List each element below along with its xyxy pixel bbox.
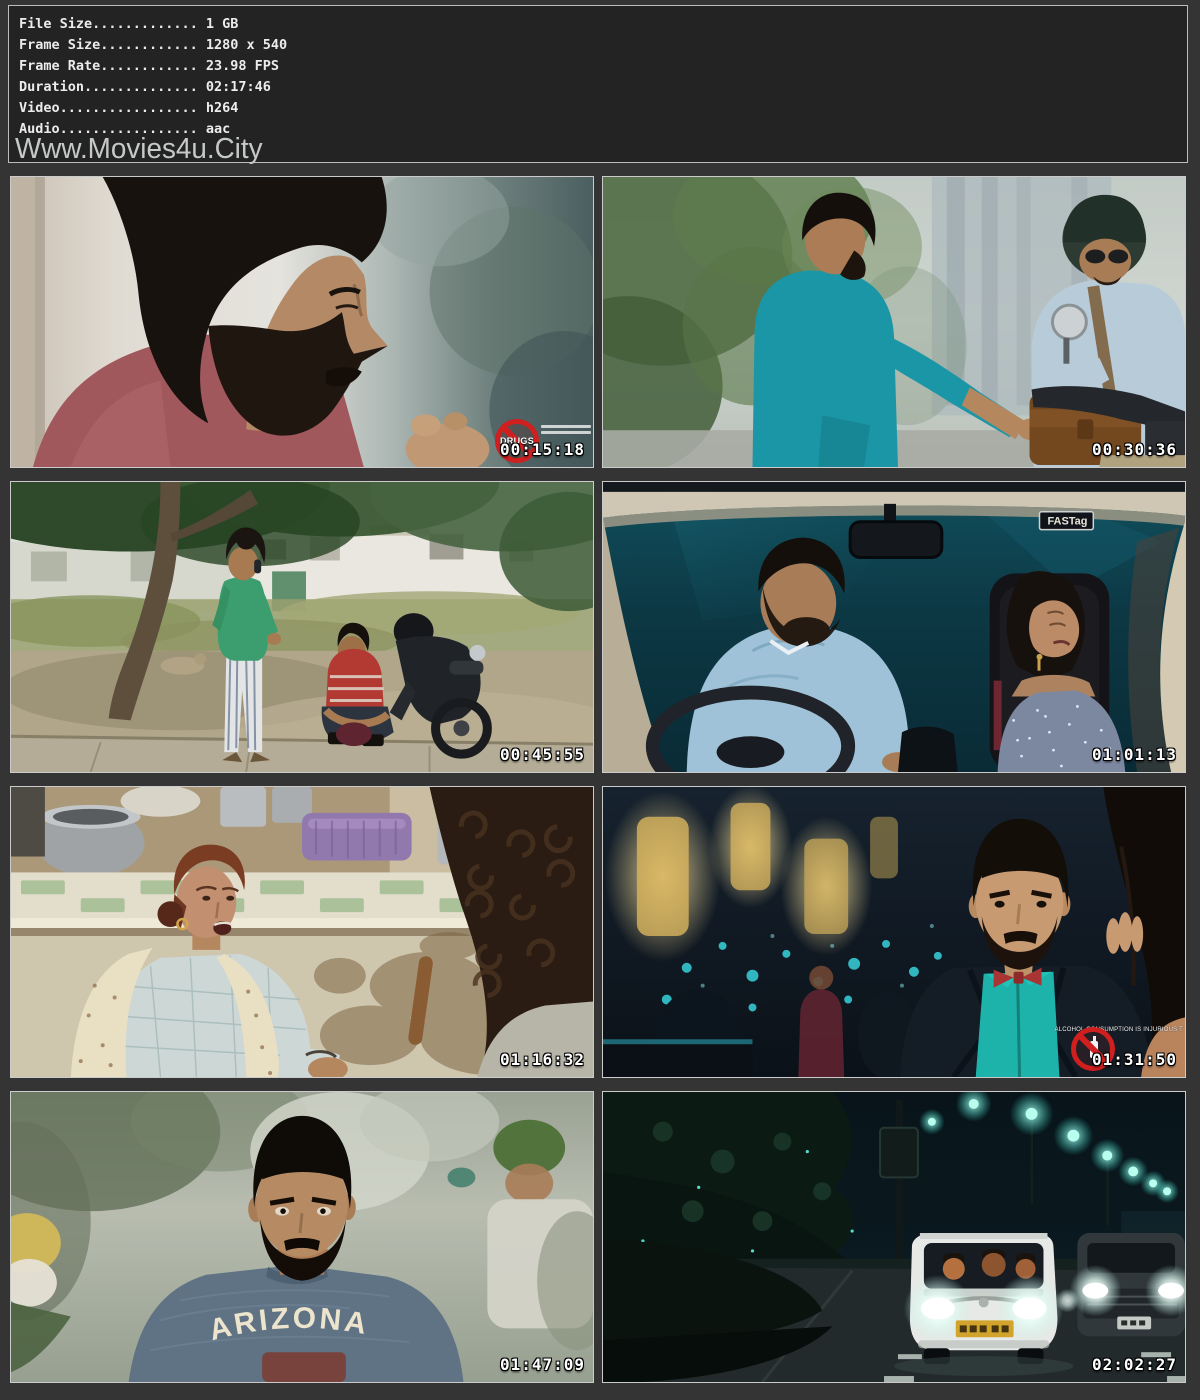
- file-info-list: File Size............. 1 GB Frame Size...…: [9, 6, 1187, 140]
- screenshot-grid: DRUGS 00:15:18: [10, 176, 1186, 1383]
- scene-night-road-illustration: [603, 1092, 1185, 1382]
- info-label: Video: [19, 100, 60, 116]
- timestamp-overlay: 00:15:18: [500, 440, 585, 459]
- file-info-row: Video................. h264: [19, 98, 1187, 119]
- scene-car-interior-illustration: FASTag: [603, 482, 1185, 772]
- screenshot-5: 01:16:32: [10, 786, 594, 1078]
- fastag-sticker-text: FASTag: [1047, 516, 1087, 528]
- dot-leader: ..............: [84, 79, 198, 95]
- timestamp-overlay: 00:45:55: [500, 745, 585, 764]
- file-info-row: Frame Size............ 1280 x 540: [19, 35, 1187, 56]
- screenshot-8: 02:02:27: [602, 1091, 1186, 1383]
- file-info-panel: File Size............. 1 GB Frame Size...…: [8, 5, 1188, 163]
- screenshot-7: ARIZONA 01:47:09: [10, 1091, 594, 1383]
- timestamp-overlay: 01:16:32: [500, 1050, 585, 1069]
- dot-leader: ............: [100, 37, 198, 53]
- file-info-row: File Size............. 1 GB: [19, 14, 1187, 35]
- scene-kitchen-woman-illustration: [11, 787, 593, 1077]
- info-value: h264: [206, 100, 239, 116]
- info-value: 23.98 FPS: [206, 58, 279, 74]
- info-value: 1280 x 540: [206, 37, 287, 53]
- info-label: Frame Rate: [19, 58, 100, 74]
- drug-warning-caption: [541, 425, 591, 437]
- timestamp-overlay: 01:01:13: [1092, 745, 1177, 764]
- info-value: 1 GB: [206, 16, 239, 32]
- info-label: Frame Size: [19, 37, 100, 53]
- screenshot-6: ALCOHOL CONSUMPTION IS INJURIOUS T 01:31…: [602, 786, 1186, 1078]
- scene-motorcycle-handover-illustration: [603, 177, 1185, 467]
- info-label: File Size: [19, 16, 92, 32]
- scene-under-tree-illustration: [11, 482, 593, 772]
- info-label: Duration: [19, 79, 84, 95]
- timestamp-overlay: 02:02:27: [1092, 1355, 1177, 1374]
- screenshot-collage-page: { "page": { "watermark": "Www.Movies4u.C…: [0, 0, 1200, 1400]
- timestamp-overlay: 01:47:09: [500, 1355, 585, 1374]
- dot-leader: ............: [100, 58, 198, 74]
- timestamp-overlay: 00:30:36: [1092, 440, 1177, 459]
- screenshot-1: DRUGS 00:15:18: [10, 176, 594, 468]
- screenshot-3: 00:45:55: [10, 481, 594, 773]
- alcohol-warning-caption: ALCOHOL CONSUMPTION IS INJURIOUS T: [1055, 1027, 1183, 1033]
- scene-crowd-arizona-illustration: ARIZONA: [11, 1092, 593, 1382]
- file-info-row: Frame Rate............ 23.98 FPS: [19, 56, 1187, 77]
- dot-leader: .............: [92, 16, 198, 32]
- file-info-row: Duration.............. 02:17:46: [19, 77, 1187, 98]
- site-watermark: Www.Movies4u.City: [15, 135, 263, 164]
- dot-leader: .................: [60, 100, 198, 116]
- timestamp-overlay: 01:31:50: [1092, 1050, 1177, 1069]
- screenshot-4: FASTag: [602, 481, 1186, 773]
- info-value: 02:17:46: [206, 79, 271, 95]
- screenshot-2: 00:30:36: [602, 176, 1186, 468]
